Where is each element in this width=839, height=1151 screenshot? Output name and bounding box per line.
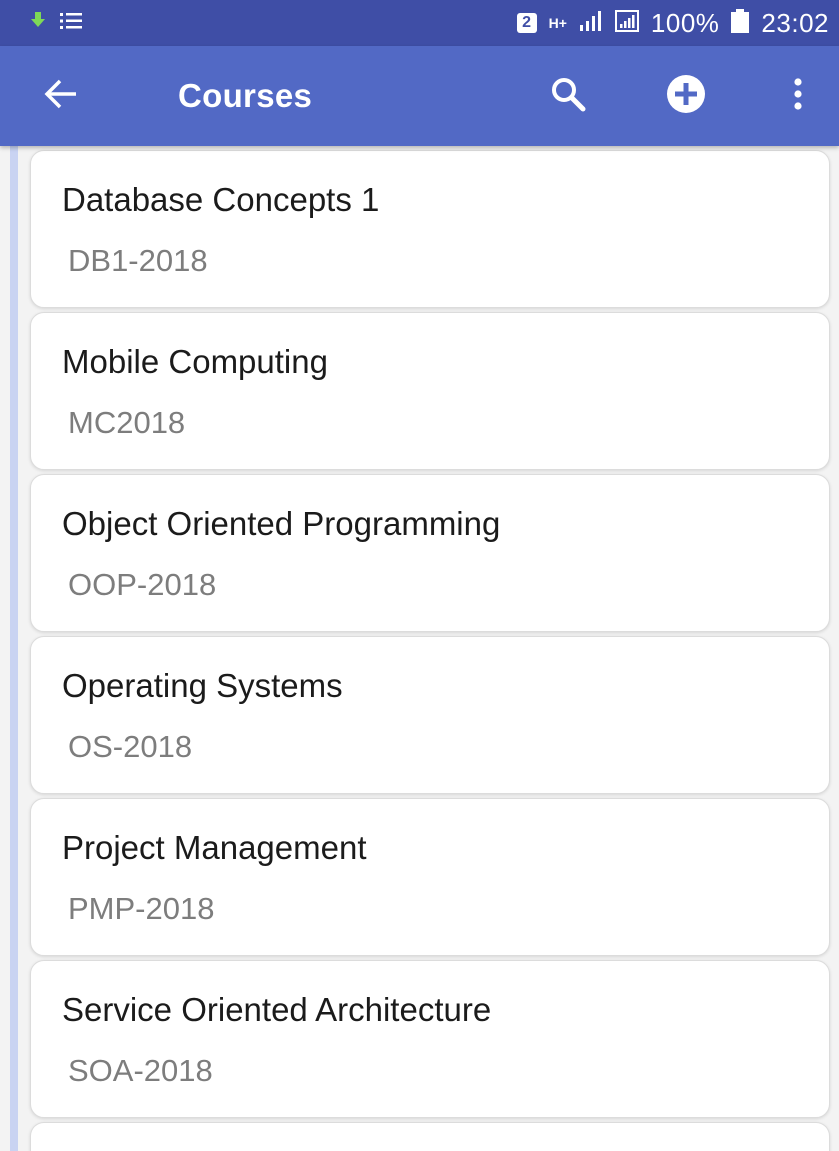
course-card[interactable]: Object Oriented Programming OOP-2018 (30, 474, 830, 632)
scroll-edge (10, 146, 18, 1151)
page-title: Courses (178, 77, 313, 114)
course-card[interactable]: Operating Systems OS-2018 (30, 636, 830, 794)
status-right: 2 H+ 100% 23:02 (505, 8, 829, 39)
course-code: DB1-2018 (68, 243, 208, 278)
data-hplus-icon: H+ (548, 15, 567, 31)
course-code: OOP-2018 (68, 567, 217, 602)
back-button[interactable] (36, 74, 86, 118)
download-icon (30, 11, 46, 35)
course-name: Database Concepts 1 (62, 181, 380, 218)
status-bar: 2 H+ 100% 23:02 (0, 0, 839, 46)
overflow-menu-button[interactable] (778, 72, 818, 120)
signal-sim2-icon (614, 9, 639, 37)
arrow-back-icon (44, 79, 78, 114)
course-name: Mobile Computing (62, 343, 328, 380)
add-course-button[interactable] (662, 72, 710, 120)
battery-icon (731, 8, 750, 38)
course-list: Database Concepts 1 DB1-2018 Mobile Comp… (30, 150, 830, 1151)
more-vert-icon (793, 77, 803, 115)
course-code: OS-2018 (68, 729, 193, 764)
search-icon (550, 76, 586, 117)
course-card[interactable]: Project Management PMP-2018 (30, 798, 830, 956)
signal-icon (579, 10, 603, 36)
battery-percent: 100% (650, 7, 720, 38)
course-card[interactable]: Service Oriented Architecture SOA-2018 (30, 960, 830, 1118)
sim-2-icon: 2 (516, 13, 537, 33)
course-name: Project Management (62, 829, 367, 866)
clock: 23:02 (761, 7, 829, 38)
course-name: Operating Systems (62, 667, 343, 704)
course-list-area[interactable]: Database Concepts 1 DB1-2018 Mobile Comp… (0, 146, 839, 1151)
course-code: SOA-2018 (68, 1053, 213, 1088)
add-circle-icon (666, 74, 706, 119)
course-code: PMP-2018 (68, 891, 215, 926)
course-name: Service Oriented Architecture (62, 991, 492, 1028)
notification-list-icon (60, 12, 82, 35)
search-button[interactable] (544, 72, 592, 120)
course-code: MC2018 (68, 405, 186, 440)
course-card[interactable] (30, 1122, 830, 1151)
app-bar: Courses (0, 46, 839, 146)
course-card[interactable]: Mobile Computing MC2018 (30, 312, 830, 470)
course-card[interactable]: Database Concepts 1 DB1-2018 (30, 150, 830, 308)
course-name: Object Oriented Programming (62, 505, 501, 542)
status-left (30, 11, 96, 35)
courses-screen: 2 H+ 100% 23:02 Courses Database Concept… (0, 0, 839, 1151)
